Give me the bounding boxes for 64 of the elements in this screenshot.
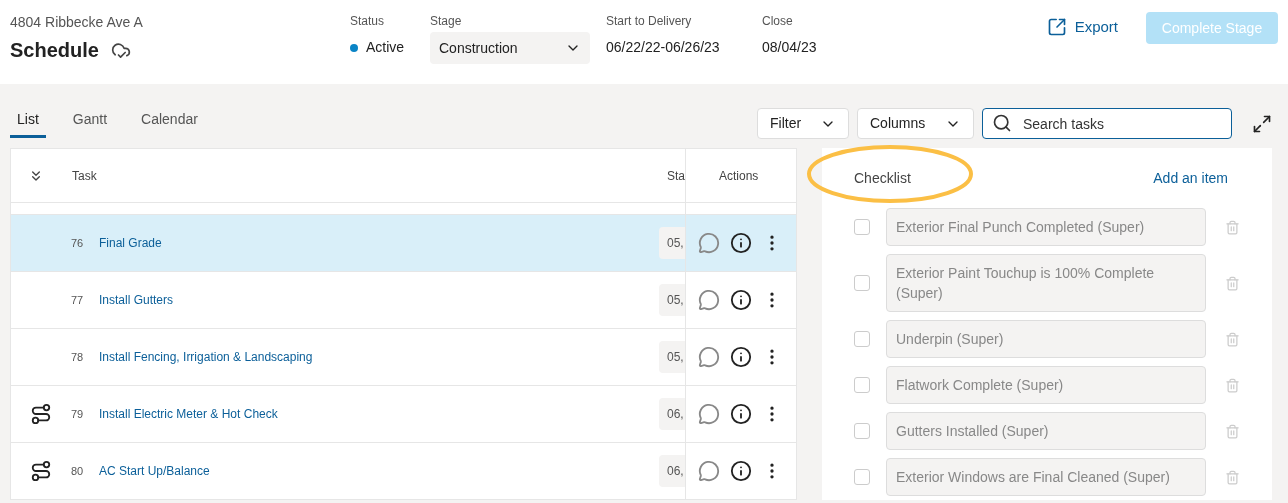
task-row[interactable]: 79 Install Electric Meter & Hot Check 06,: [11, 385, 796, 442]
checkbox[interactable]: [854, 331, 870, 347]
page-title: Schedule: [10, 38, 99, 63]
date-chip: 05,: [659, 341, 685, 373]
info-icon[interactable]: [730, 232, 752, 254]
info-icon[interactable]: [730, 460, 752, 482]
filter-button[interactable]: Filter: [757, 108, 849, 139]
task-number: 79: [71, 406, 85, 422]
export-button[interactable]: Export: [1046, 16, 1118, 39]
comment-icon[interactable]: [698, 289, 720, 311]
date-chip: 05,: [659, 284, 685, 316]
date-chip: 06,: [659, 455, 685, 487]
close-label: Close: [762, 13, 794, 30]
view-tab[interactable]: Calendar: [134, 109, 205, 138]
checkbox[interactable]: [854, 469, 870, 485]
route-icon: [30, 460, 52, 482]
column-header: Task: [72, 167, 98, 185]
info-icon[interactable]: [730, 403, 752, 425]
task-number: 78: [71, 349, 85, 365]
task-name[interactable]: Install Electric Meter & Hot Check: [99, 405, 659, 423]
comment-icon[interactable]: [698, 403, 720, 425]
route-icon: [30, 403, 52, 425]
checkbox[interactable]: [854, 219, 870, 235]
info-icon[interactable]: [730, 346, 752, 368]
close-value: 08/04/23: [762, 38, 818, 57]
add-item-link[interactable]: Add an item: [1153, 167, 1228, 189]
comment-icon[interactable]: [698, 460, 720, 482]
cloud-check-icon: [110, 40, 131, 60]
checkbox[interactable]: [854, 423, 870, 439]
stage-dropdown[interactable]: Construction: [430, 32, 590, 64]
columns-button[interactable]: Columns: [857, 108, 974, 139]
status-label: Status: [350, 13, 386, 30]
expand-icon[interactable]: [1252, 113, 1272, 134]
task-name[interactable]: Install Gutters: [99, 291, 659, 309]
address: 4804 Ribbecke Ave A: [10, 13, 144, 32]
checklist-title: Checklist: [854, 168, 911, 188]
view-tab[interactable]: List: [10, 109, 46, 138]
checkbox[interactable]: [854, 275, 870, 291]
view-tab[interactable]: Gantt: [65, 109, 115, 138]
task-name[interactable]: Install Fencing, Irrigation & Landscaping: [99, 348, 659, 366]
date-chip: 06,: [659, 398, 685, 430]
task-number: 76: [71, 235, 85, 251]
stage-label: Stage: [430, 13, 463, 30]
search-icon: [992, 113, 1012, 133]
search-field[interactable]: Search tasks: [982, 108, 1232, 139]
task-row[interactable]: 80 AC Start Up/Balance 06,: [11, 442, 796, 499]
comment-icon[interactable]: [698, 346, 720, 368]
column-header: Sta: [667, 167, 685, 185]
task-name[interactable]: Final Grade: [99, 234, 659, 252]
export-icon: [1046, 17, 1067, 38]
delivery-value: 06/22/22-06/26/23: [606, 38, 721, 57]
task-row[interactable]: 78 Install Fencing, Irrigation & Landscaping 05,: [11, 328, 796, 385]
task-name[interactable]: AC Start Up/Balance: [99, 462, 659, 480]
info-icon[interactable]: [730, 289, 752, 311]
comment-icon[interactable]: [698, 232, 720, 254]
column-header: Actions: [685, 149, 796, 202]
delivery-label: Start to Delivery: [606, 13, 693, 30]
task-number: 80: [71, 463, 85, 479]
task-row[interactable]: 76 Final Grade 05,: [11, 214, 796, 271]
date-chip: 05,: [659, 227, 685, 259]
status-value: Active: [366, 38, 405, 57]
checkbox[interactable]: [854, 377, 870, 393]
task-row[interactable]: 77 Install Gutters 05,: [11, 271, 796, 328]
task-number: 77: [71, 292, 85, 308]
